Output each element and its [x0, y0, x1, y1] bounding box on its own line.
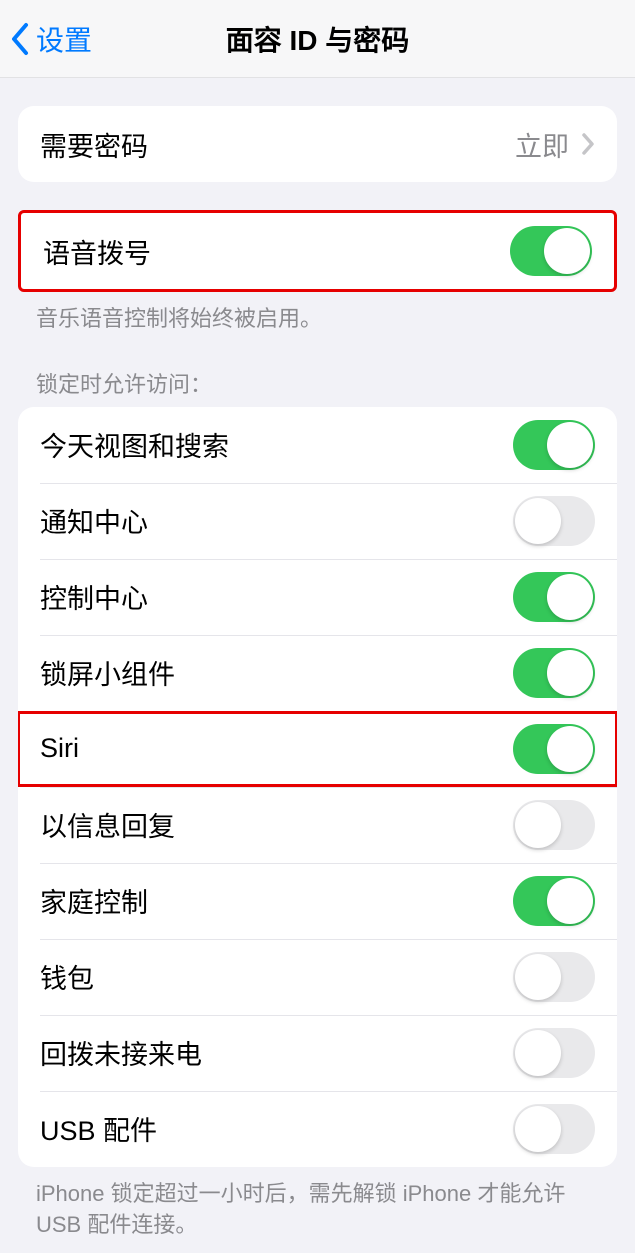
allow-access-label: 锁屏小组件: [40, 653, 175, 692]
allow-access-toggle[interactable]: [513, 420, 595, 470]
allow-access-label: 钱包: [40, 957, 94, 996]
usb-footer: iPhone 锁定超过一小时后，需先解锁 iPhone 才能允许USB 配件连接…: [36, 1179, 599, 1241]
voice-dial-toggle[interactable]: [510, 226, 592, 276]
require-passcode-group: 需要密码 立即: [18, 106, 617, 182]
voice-dial-group: 语音拨号: [18, 210, 617, 292]
page-title: 面容 ID 与密码: [0, 19, 635, 59]
allow-access-label: 通知中心: [40, 501, 148, 540]
voice-dial-footer: 音乐语音控制将始终被启用。: [36, 304, 599, 335]
allow-access-row: 钱包: [18, 939, 617, 1015]
back-button[interactable]: 设置: [10, 19, 92, 59]
allow-access-toggle[interactable]: [513, 952, 595, 1002]
allow-access-toggle[interactable]: [513, 724, 595, 774]
require-passcode-label: 需要密码: [40, 125, 148, 164]
allow-access-group: 今天视图和搜索通知中心控制中心锁屏小组件 Siri 以信息回复家庭控制钱包回拨未接来…: [18, 407, 617, 1167]
allow-access-row: Siri: [18, 711, 617, 787]
require-passcode-row[interactable]: 需要密码 立即: [18, 106, 617, 182]
allow-access-header: 锁定时允许访问：: [36, 367, 599, 399]
allow-access-toggle[interactable]: [513, 648, 595, 698]
allow-access-label: 以信息回复: [40, 805, 175, 844]
allow-access-row: 以信息回复: [18, 787, 617, 863]
allow-access-label: 控制中心: [40, 577, 148, 616]
voice-dial-label: 语音拨号: [43, 232, 151, 271]
allow-access-row: 通知中心: [18, 483, 617, 559]
chevron-right-icon: [581, 132, 595, 156]
allow-access-label: 回拨未接来电: [40, 1033, 202, 1072]
allow-access-toggle[interactable]: [513, 800, 595, 850]
require-passcode-value-wrap: 立即: [515, 125, 595, 164]
allow-access-row: 控制中心: [18, 559, 617, 635]
allow-access-label: 今天视图和搜索: [40, 425, 229, 464]
allow-access-row: 锁屏小组件: [18, 635, 617, 711]
allow-access-row: 家庭控制: [18, 863, 617, 939]
allow-access-label: Siri: [40, 733, 79, 764]
allow-access-toggle[interactable]: [513, 496, 595, 546]
allow-access-toggle[interactable]: [513, 572, 595, 622]
chevron-left-icon: [10, 22, 30, 56]
allow-access-toggle[interactable]: [513, 876, 595, 926]
allow-access-toggle[interactable]: [513, 1104, 595, 1154]
back-label: 设置: [36, 19, 92, 59]
allow-access-row: USB 配件: [18, 1091, 617, 1167]
allow-access-row: 回拨未接来电: [18, 1015, 617, 1091]
require-passcode-value: 立即: [515, 125, 569, 164]
allow-access-row: 今天视图和搜索: [18, 407, 617, 483]
allow-access-label: USB 配件: [40, 1109, 157, 1148]
allow-access-label: 家庭控制: [40, 881, 148, 920]
voice-dial-row: 语音拨号: [21, 213, 614, 289]
allow-access-toggle[interactable]: [513, 1028, 595, 1078]
navigation-bar: 设置 面容 ID 与密码: [0, 0, 635, 78]
